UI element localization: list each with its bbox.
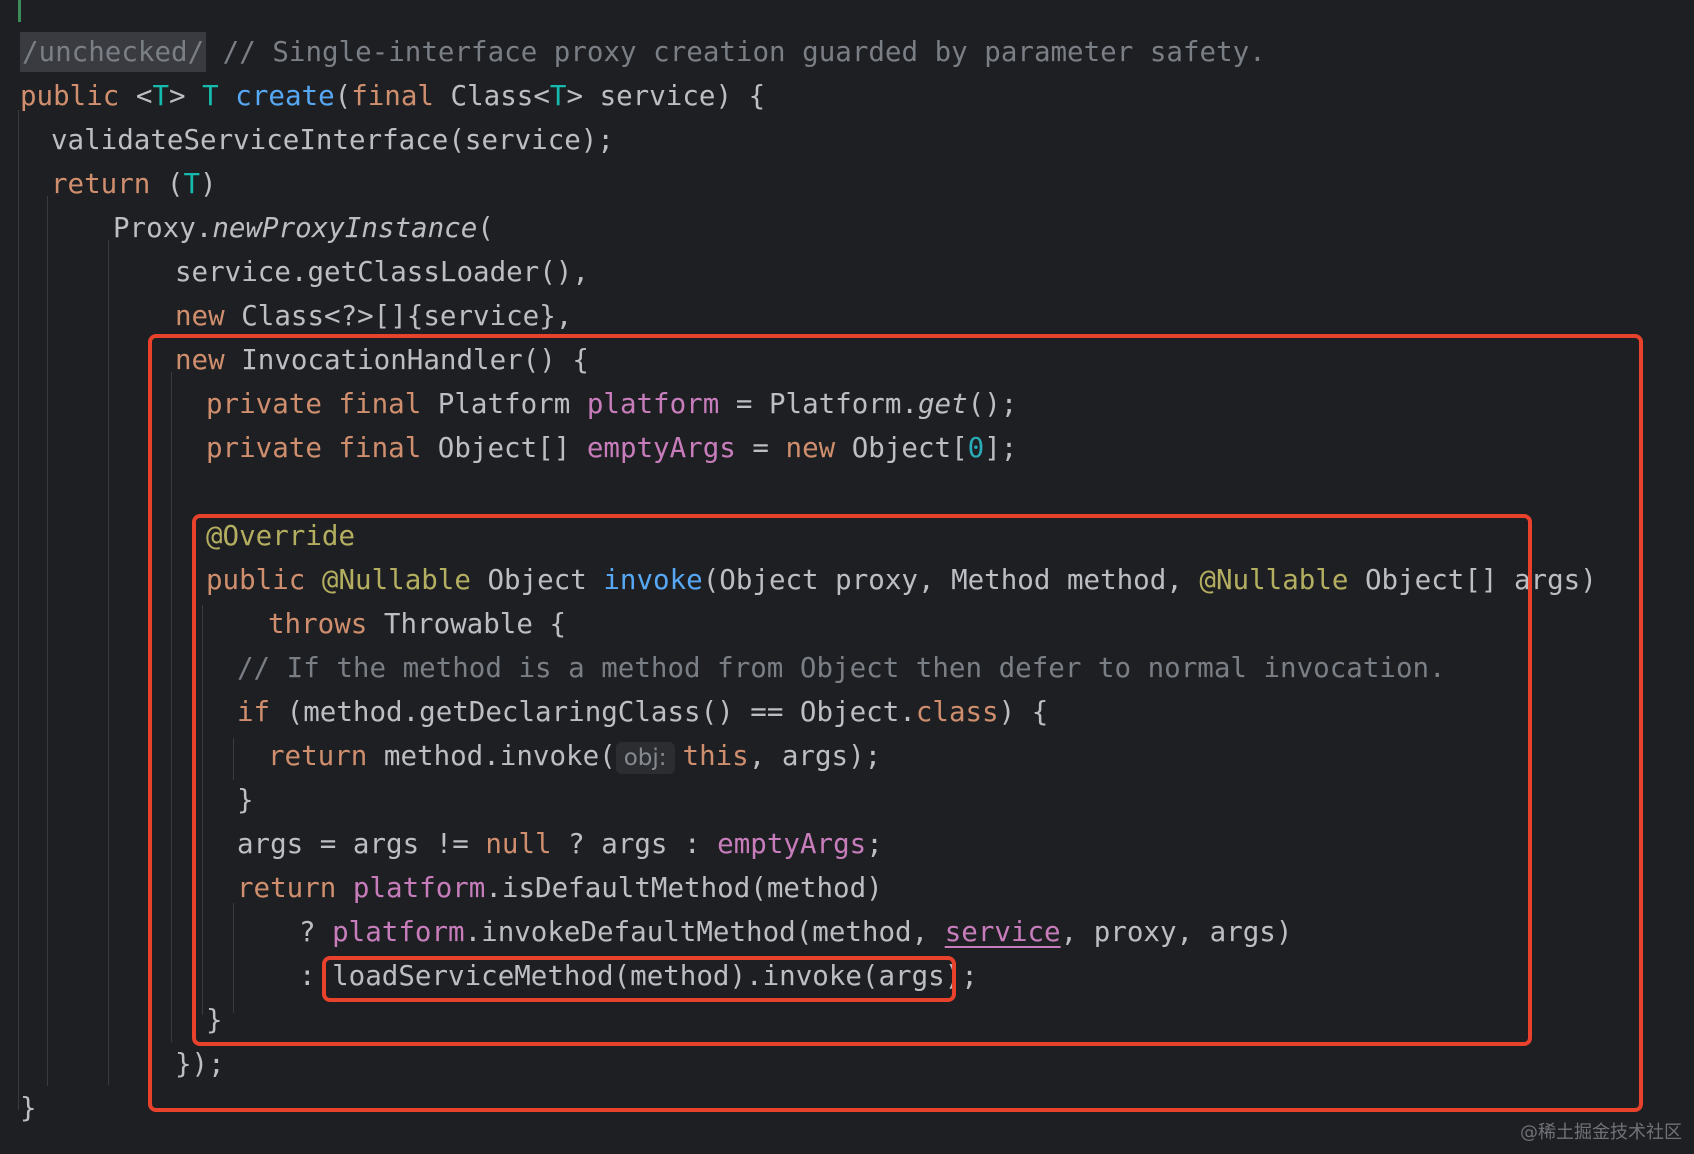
- unchecked-suppression-marker: /unchecked/: [20, 32, 207, 72]
- type-parameter: T: [549, 80, 567, 112]
- code-text: > service) {: [566, 80, 766, 112]
- code-text: (: [334, 80, 352, 112]
- code-line: public <T> T create(final Class<T> servi…: [20, 74, 765, 118]
- code-text: Class<?>[]{service},: [224, 300, 573, 332]
- static-method-call[interactable]: newProxyInstance: [212, 212, 477, 244]
- code-text: validateServiceInterface(service);: [51, 124, 614, 156]
- code-text: ): [200, 168, 217, 200]
- type-parameter: T: [202, 80, 219, 112]
- type-parameter: T: [152, 80, 170, 112]
- code-line: validateServiceInterface(service);: [51, 118, 614, 162]
- code-text: Proxy.: [113, 212, 213, 244]
- highlight-box-load-service-method: [322, 956, 956, 1002]
- watermark: @稀土掘金技术社区: [1520, 1122, 1682, 1143]
- indent-guide: [18, 110, 19, 1110]
- code-line: Proxy.newProxyInstance(: [113, 206, 494, 250]
- comment: // Single-interface proxy creation guard…: [206, 36, 1266, 68]
- keyword-final: final: [351, 80, 434, 112]
- keyword-new: new: [175, 300, 225, 332]
- code-line: new Class<?>[]{service},: [175, 294, 572, 338]
- code-line: return (T): [51, 162, 217, 206]
- code-text: Class<: [433, 80, 550, 112]
- keyword-return: return: [51, 168, 151, 200]
- code-line: }: [20, 1086, 37, 1130]
- indent-guide: [108, 240, 109, 1085]
- code-text: >: [169, 80, 203, 112]
- code-text: }: [20, 1092, 37, 1124]
- code-text: (: [477, 212, 494, 244]
- code-text: (: [150, 168, 184, 200]
- method-name-create[interactable]: create: [235, 80, 334, 112]
- code-text: <: [119, 80, 153, 112]
- code-editor[interactable]: /unchecked/ // Single-interface proxy cr…: [0, 0, 1694, 1154]
- vcs-change-marker: [18, 0, 21, 22]
- type-parameter: T: [183, 168, 201, 200]
- code-text: service.getClassLoader(),: [175, 256, 589, 288]
- code-line: /unchecked/ // Single-interface proxy cr…: [20, 30, 1266, 74]
- indent-guide: [47, 196, 48, 1086]
- keyword-public: public: [20, 80, 120, 112]
- code-line: service.getClassLoader(),: [175, 250, 589, 294]
